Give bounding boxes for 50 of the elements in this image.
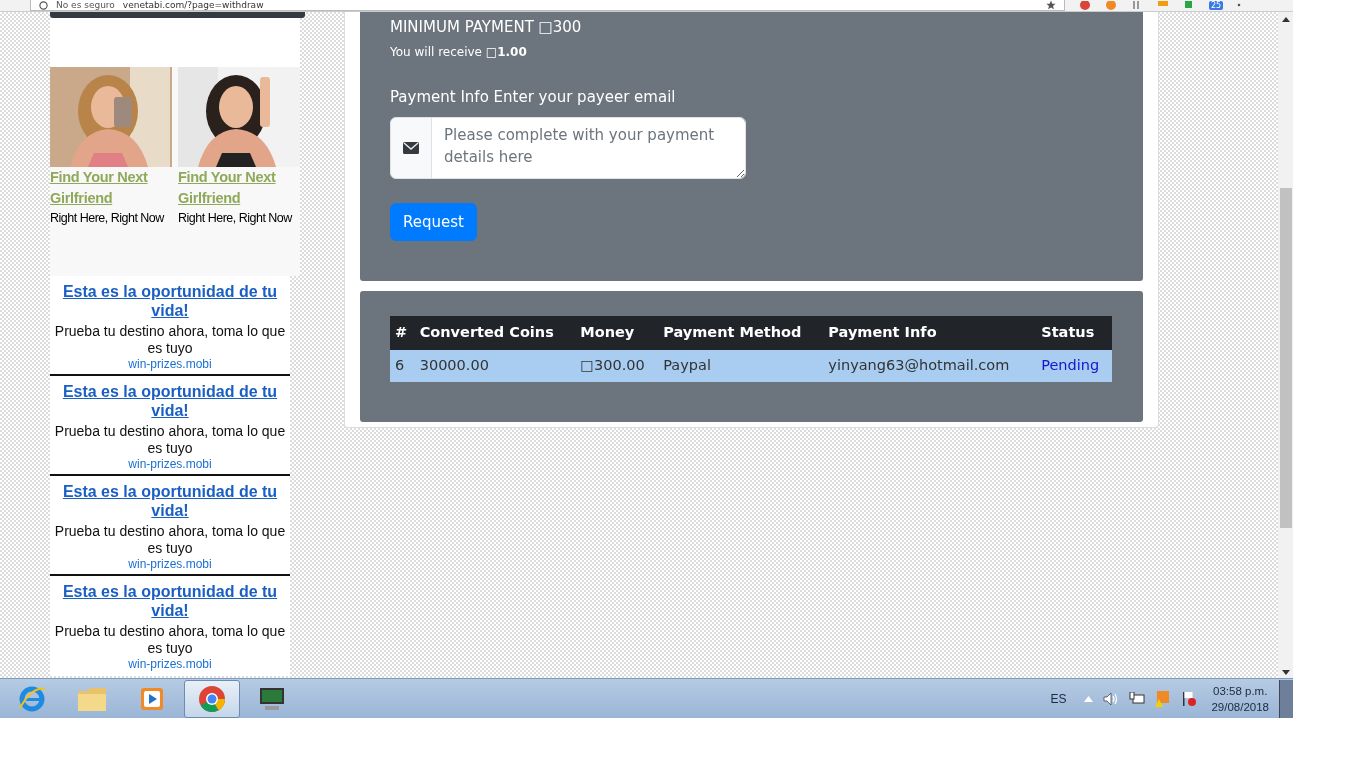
ad-link[interactable]: Esta es la oportunidad de tu vida!	[50, 482, 290, 520]
column-header: Payment Method	[658, 316, 824, 350]
column-header: Status	[1036, 316, 1112, 350]
info-icon	[39, 0, 48, 10]
network-icon[interactable]	[1129, 691, 1146, 706]
security-label: No es seguro	[56, 0, 115, 10]
table-cell: Paypal	[658, 349, 824, 382]
column-header: Payment Info	[823, 316, 1037, 350]
address-bar[interactable]: No es seguro venetabi.com/?page=withdraw	[30, 0, 1065, 11]
ad-tagline: Right Here, Right Now	[50, 210, 166, 227]
flag-icon[interactable]	[1181, 690, 1198, 707]
ad-domain: win-prizes.mobi	[127, 657, 213, 671]
scrollbar[interactable]	[1278, 12, 1293, 678]
clock-time[interactable]: 03:58 p.m.	[1211, 682, 1269, 699]
browser-icon	[197, 683, 227, 714]
ad-tagline: Right Here, Right Now	[178, 210, 294, 227]
ad-text: Prueba tu destino ahora, toma lo que es tuyo	[53, 623, 287, 657]
payment-info-field[interactable]: Please complete with your payment details here	[431, 116, 746, 179]
ad-text: Prueba tu destino ahora, toma lo que es tuyo	[53, 423, 287, 457]
minimum-payment-text: MINIMUM PAYMENT □300	[390, 17, 583, 37]
table-cell: 30000.00	[414, 349, 576, 382]
extension-icon[interactable]	[1105, 0, 1117, 11]
language-indicator[interactable]: ES	[1050, 689, 1067, 708]
extension-icon[interactable]	[1183, 0, 1195, 11]
clock-date[interactable]: 29/08/2018	[1211, 698, 1269, 715]
email-icon	[390, 116, 432, 179]
ad-text: Prueba tu destino ahora, toma lo que es tuyo	[53, 523, 287, 557]
table-cell: □300.00	[575, 349, 659, 382]
column-header: Money	[575, 316, 659, 350]
ad-link[interactable]: Esta es la oportunidad de tu vida!	[50, 282, 290, 320]
receive-amount-text: You will receive □1.00	[390, 44, 528, 61]
ad-domain: win-prizes.mobi	[127, 357, 213, 371]
ad-domain: win-prizes.mobi	[127, 557, 213, 571]
ad-link[interactable]: Esta es la oportunidad de tu vida!	[50, 582, 290, 620]
url-text: venetabi.com/?page=withdraw	[122, 0, 264, 10]
column-header: #	[390, 316, 415, 350]
taskbar-button[interactable]	[184, 679, 240, 718]
table-cell: 6	[390, 349, 415, 382]
request-button[interactable]: Request	[390, 202, 477, 241]
column-header: Converted Coins	[414, 316, 576, 350]
status-text: Pending	[1036, 349, 1112, 382]
extension-icon[interactable]	[1079, 0, 1091, 11]
speaker-icon[interactable]	[1103, 691, 1120, 706]
star-icon[interactable]	[1046, 0, 1056, 10]
notification-badge: 25	[1209, 1, 1224, 10]
ad-link[interactable]: Esta es la oportunidad de tu vida!	[50, 382, 290, 420]
ad-text: Prueba tu destino ahora, toma lo que es tuyo	[53, 323, 287, 357]
field-label: Payment Info Enter your payeer email	[390, 87, 677, 108]
table-cell: yinyang63@hotmail.com	[823, 349, 1037, 382]
ad-domain: win-prizes.mobi	[127, 457, 213, 471]
